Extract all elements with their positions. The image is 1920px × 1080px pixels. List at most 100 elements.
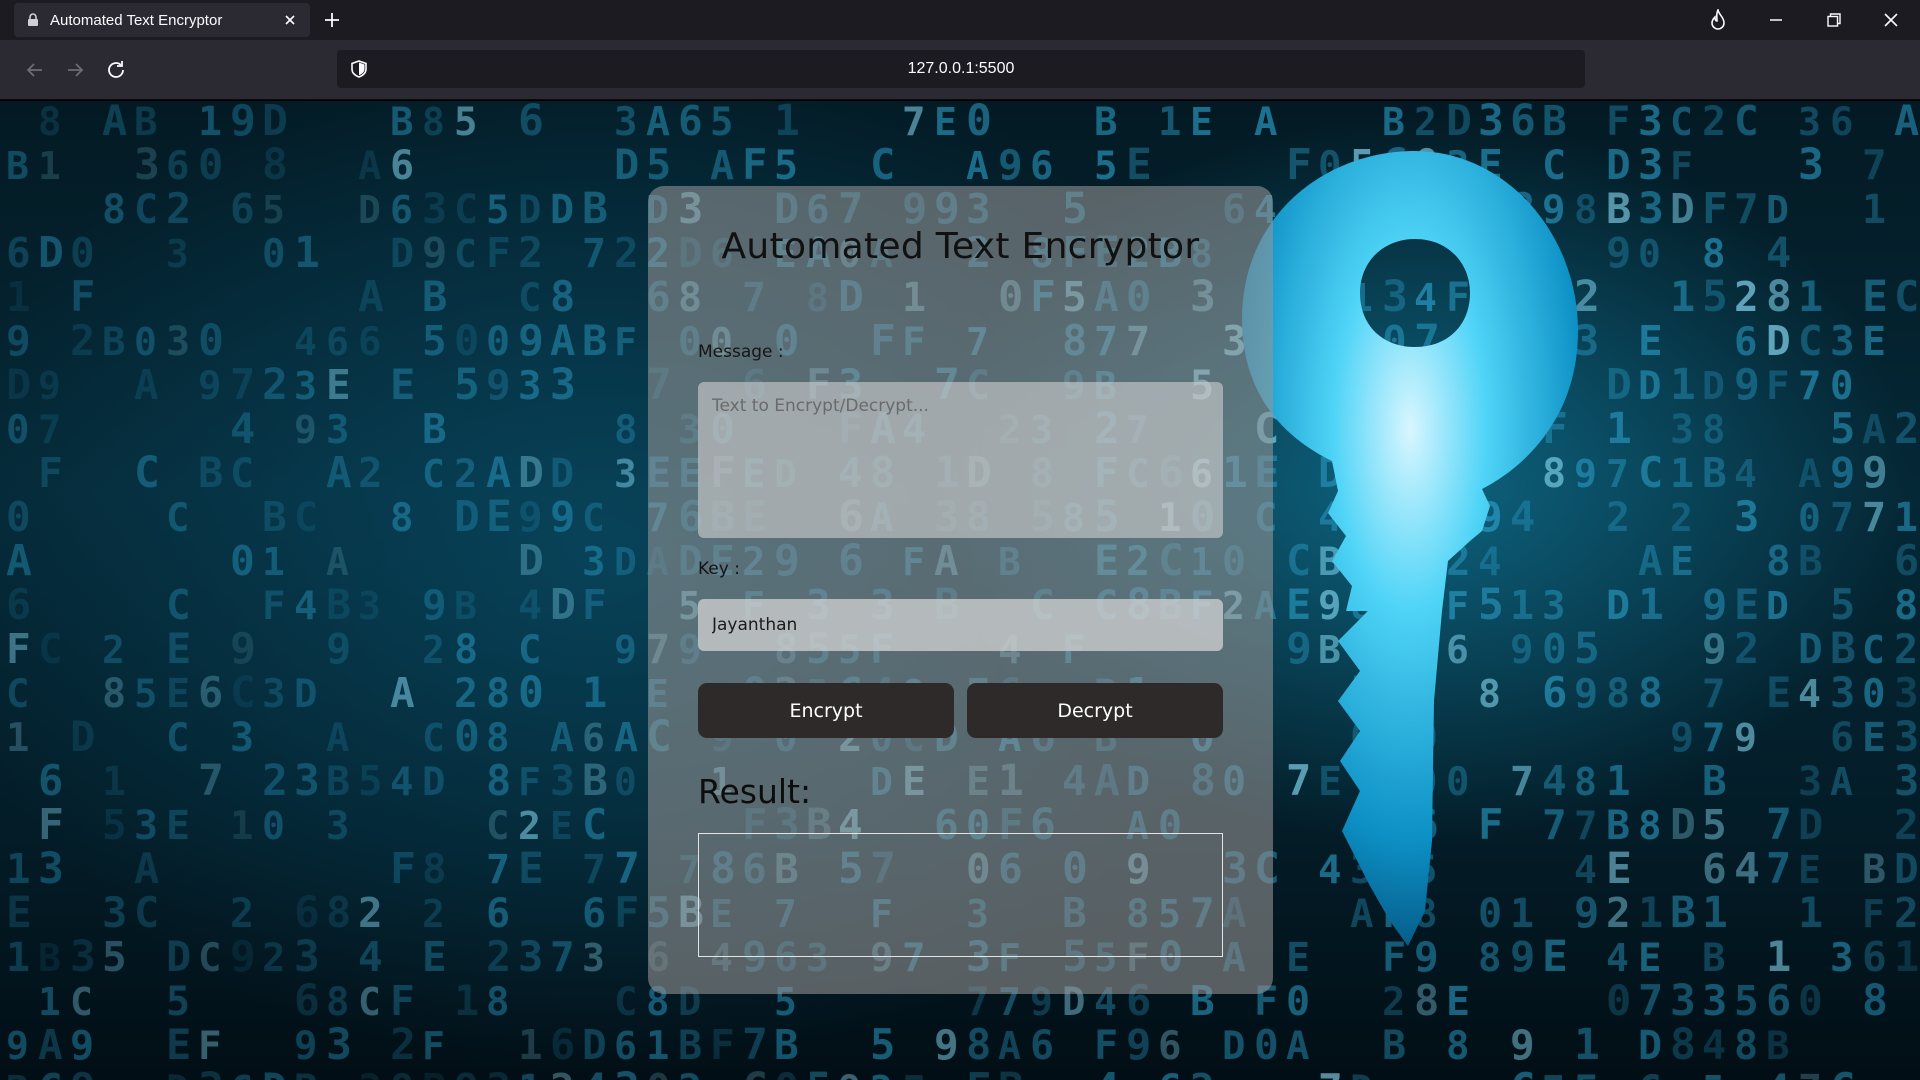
hex-digit: 1 bbox=[6, 716, 29, 761]
result-label: Result: bbox=[698, 772, 812, 811]
hex-digit: D bbox=[1894, 845, 1919, 893]
hex-digit: 6 bbox=[1030, 144, 1053, 189]
hex-digit: 1 bbox=[38, 144, 61, 188]
hex-digit: 3 bbox=[1894, 712, 1919, 761]
hex-digit: 2 bbox=[1702, 101, 1726, 145]
reload-icon bbox=[108, 61, 124, 78]
hex-digit: 0 bbox=[486, 319, 510, 365]
hex-digit: B bbox=[102, 320, 125, 365]
reload-button[interactable] bbox=[100, 54, 132, 86]
message-input[interactable] bbox=[698, 382, 1223, 538]
hex-digit: 2 bbox=[358, 889, 383, 937]
hex-digit: 8 bbox=[262, 140, 288, 190]
hex-digit: 4 bbox=[390, 760, 413, 805]
hex-digit: 2 bbox=[262, 756, 288, 806]
hex-digit: 7 bbox=[1862, 495, 1886, 541]
hex-digit: 2 bbox=[230, 891, 254, 937]
hex-digit: 3 bbox=[1702, 976, 1727, 1025]
hex-digit: E bbox=[1766, 668, 1791, 717]
hex-digit: 7 bbox=[1734, 185, 1759, 233]
hex-digit: B bbox=[390, 101, 413, 145]
hex-digit: 3 bbox=[1670, 407, 1694, 453]
hex-digit: B bbox=[1766, 1024, 1789, 1069]
back-button[interactable] bbox=[19, 54, 51, 86]
hex-digit: 4 bbox=[358, 933, 383, 981]
hex-digit: 2 bbox=[486, 932, 511, 981]
hex-digit: B bbox=[454, 584, 477, 628]
hex-digit: 9 bbox=[326, 624, 351, 673]
hex-digit: B bbox=[1830, 624, 1856, 674]
hex-digit: 9 bbox=[614, 628, 637, 672]
hex-digit: D bbox=[1350, 1068, 1373, 1080]
fire-button[interactable] bbox=[1704, 6, 1732, 34]
hex-digit: E bbox=[1638, 936, 1661, 981]
hex-digit: 0 bbox=[518, 668, 544, 718]
hex-digit: F bbox=[1702, 184, 1728, 234]
hex-digit: D bbox=[1766, 584, 1789, 628]
hex-digit: 6 bbox=[678, 101, 703, 145]
hex-digit: B bbox=[1382, 1023, 1406, 1069]
hex-digit: E bbox=[1798, 848, 1821, 892]
new-tab-button[interactable] bbox=[320, 8, 344, 32]
hex-digit: 4 bbox=[1734, 452, 1757, 496]
hex-digit: C bbox=[166, 581, 191, 629]
hex-digit: 3 bbox=[1798, 101, 1821, 144]
restore-button[interactable] bbox=[1820, 6, 1848, 34]
hex-digit: 3 bbox=[582, 540, 605, 585]
hex-digit: B bbox=[582, 184, 608, 234]
hex-digit: 7 bbox=[1862, 141, 1887, 189]
hex-digit: A bbox=[1862, 407, 1886, 453]
close-window-button[interactable] bbox=[1877, 6, 1905, 34]
address-bar[interactable]: 127.0.0.1:5500 bbox=[337, 50, 1585, 88]
hex-digit: 7 bbox=[582, 847, 606, 893]
hex-digit: 0 bbox=[230, 537, 255, 585]
hex-digit: 1 bbox=[1766, 932, 1791, 981]
hex-digit: 9 bbox=[486, 361, 511, 409]
hex-digit: B bbox=[998, 1064, 1024, 1080]
hex-digit: E bbox=[934, 101, 957, 144]
hex-digit: 5 bbox=[134, 672, 157, 717]
hex-digit: D bbox=[582, 1021, 607, 1069]
hex-digit: 3 bbox=[1894, 756, 1919, 805]
hex-digit: E bbox=[326, 361, 351, 409]
decrypt-button[interactable]: Decrypt bbox=[967, 683, 1223, 738]
key-input[interactable] bbox=[698, 599, 1223, 651]
hex-digit: D bbox=[358, 188, 381, 232]
minimize-button[interactable] bbox=[1762, 6, 1790, 34]
hex-digit: 1 bbox=[6, 845, 31, 893]
hex-digit: D bbox=[1766, 317, 1791, 365]
browser-tab[interactable]: Automated Text Encryptor bbox=[14, 3, 310, 37]
hex-digit: 6 bbox=[582, 716, 605, 760]
hex-digit: 2 bbox=[454, 671, 478, 717]
forward-button[interactable] bbox=[59, 54, 91, 86]
hex-digit: A bbox=[1638, 537, 1663, 585]
hex-digit: 1 bbox=[1798, 888, 1823, 937]
hex-digit: 5 bbox=[454, 101, 477, 145]
hex-digit: 6 bbox=[1894, 536, 1919, 585]
hex-digit: 7 bbox=[1766, 844, 1791, 893]
encrypt-button[interactable]: Encrypt bbox=[698, 683, 954, 738]
hex-digit: F bbox=[422, 1024, 445, 1068]
hex-digit: 7 bbox=[198, 756, 224, 806]
hex-digit: 9 bbox=[454, 1064, 479, 1080]
hex-digit: 7 bbox=[1830, 495, 1854, 541]
hex-digit: 8 bbox=[486, 756, 511, 805]
hex-digit: 8 bbox=[1638, 804, 1661, 849]
hex-digit: C bbox=[1830, 1064, 1855, 1080]
hex-digit: C bbox=[1734, 101, 1759, 145]
hex-digit: 3 bbox=[582, 936, 605, 980]
hex-digit: C bbox=[1862, 628, 1885, 672]
close-icon[interactable] bbox=[282, 12, 298, 28]
hex-digit: 8 bbox=[1670, 1020, 1696, 1070]
page-title: Automated Text Encryptor bbox=[721, 226, 1200, 267]
hex-digit: 0 bbox=[454, 712, 480, 762]
hex-digit: 0 bbox=[134, 320, 157, 364]
shield-icon[interactable] bbox=[349, 59, 369, 79]
hex-digit: 5 bbox=[1702, 1068, 1725, 1080]
hex-digit: 1 bbox=[1670, 451, 1694, 497]
hex-digit: 6 bbox=[486, 891, 510, 937]
hex-digit: C bbox=[166, 716, 189, 761]
hex-digit: 3 bbox=[486, 1064, 511, 1080]
hex-digit: D bbox=[518, 536, 544, 586]
hex-digit: 2 bbox=[166, 184, 191, 233]
